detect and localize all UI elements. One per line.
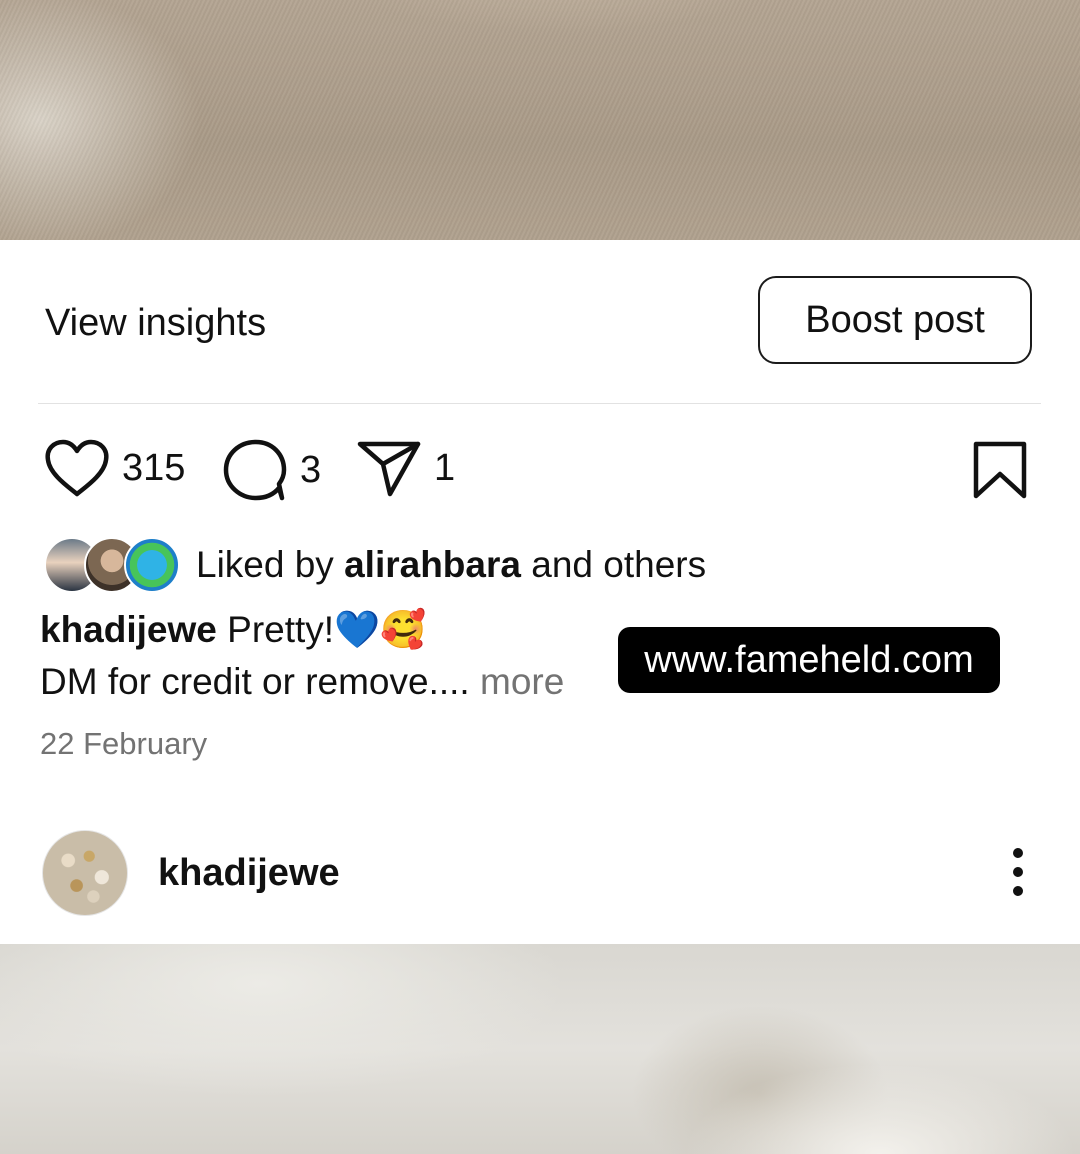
- liked-by-prefix: Liked by: [196, 544, 345, 585]
- post-caption: khadijewe Pretty!💙🥰 DM for credit or rem…: [40, 604, 600, 708]
- avatar[interactable]: [42, 830, 128, 916]
- save-button[interactable]: [972, 440, 1028, 505]
- view-insights-link[interactable]: View insights: [45, 302, 266, 345]
- post-actions: 315 3 1: [0, 430, 1080, 510]
- caption-emojis: 💙🥰: [334, 608, 427, 651]
- comment-icon: [223, 439, 287, 501]
- like-count[interactable]: 315: [122, 447, 185, 490]
- post-insights-bar: View insights Boost post: [0, 240, 1080, 404]
- liked-by-user[interactable]: alirahbara: [344, 544, 521, 585]
- post-date: 22 February: [40, 726, 208, 761]
- liked-by-text: Liked by alirahbara and others: [196, 544, 706, 586]
- post-username[interactable]: khadijewe: [158, 852, 340, 895]
- avatar: [124, 537, 180, 593]
- caption-line2: DM for credit or remove....: [40, 661, 480, 702]
- post-image[interactable]: [0, 944, 1080, 1154]
- post-image[interactable]: [0, 0, 1080, 240]
- next-post-header: khadijewe: [0, 820, 1080, 940]
- comment-count[interactable]: 3: [300, 449, 321, 492]
- boost-post-button[interactable]: Boost post: [758, 276, 1032, 364]
- send-icon: [357, 441, 421, 497]
- comment-button[interactable]: 3: [222, 438, 321, 502]
- like-button[interactable]: 315: [44, 438, 185, 498]
- more-vertical-icon[interactable]: [1004, 848, 1032, 896]
- liked-by-suffix: and others: [520, 544, 707, 585]
- heart-icon: [45, 439, 109, 497]
- liked-by[interactable]: Liked by alirahbara and others: [44, 536, 706, 594]
- share-count[interactable]: 1: [434, 447, 455, 490]
- caption-username[interactable]: khadijewe: [40, 609, 217, 650]
- bookmark-icon: [973, 441, 1027, 499]
- caption-more-link[interactable]: more: [480, 661, 564, 702]
- caption-text: Pretty!: [227, 609, 335, 650]
- liker-avatars: [44, 537, 180, 593]
- share-button[interactable]: 1: [356, 438, 455, 498]
- divider: [38, 403, 1041, 404]
- watermark-badge: www.fameheld.com: [618, 627, 1000, 693]
